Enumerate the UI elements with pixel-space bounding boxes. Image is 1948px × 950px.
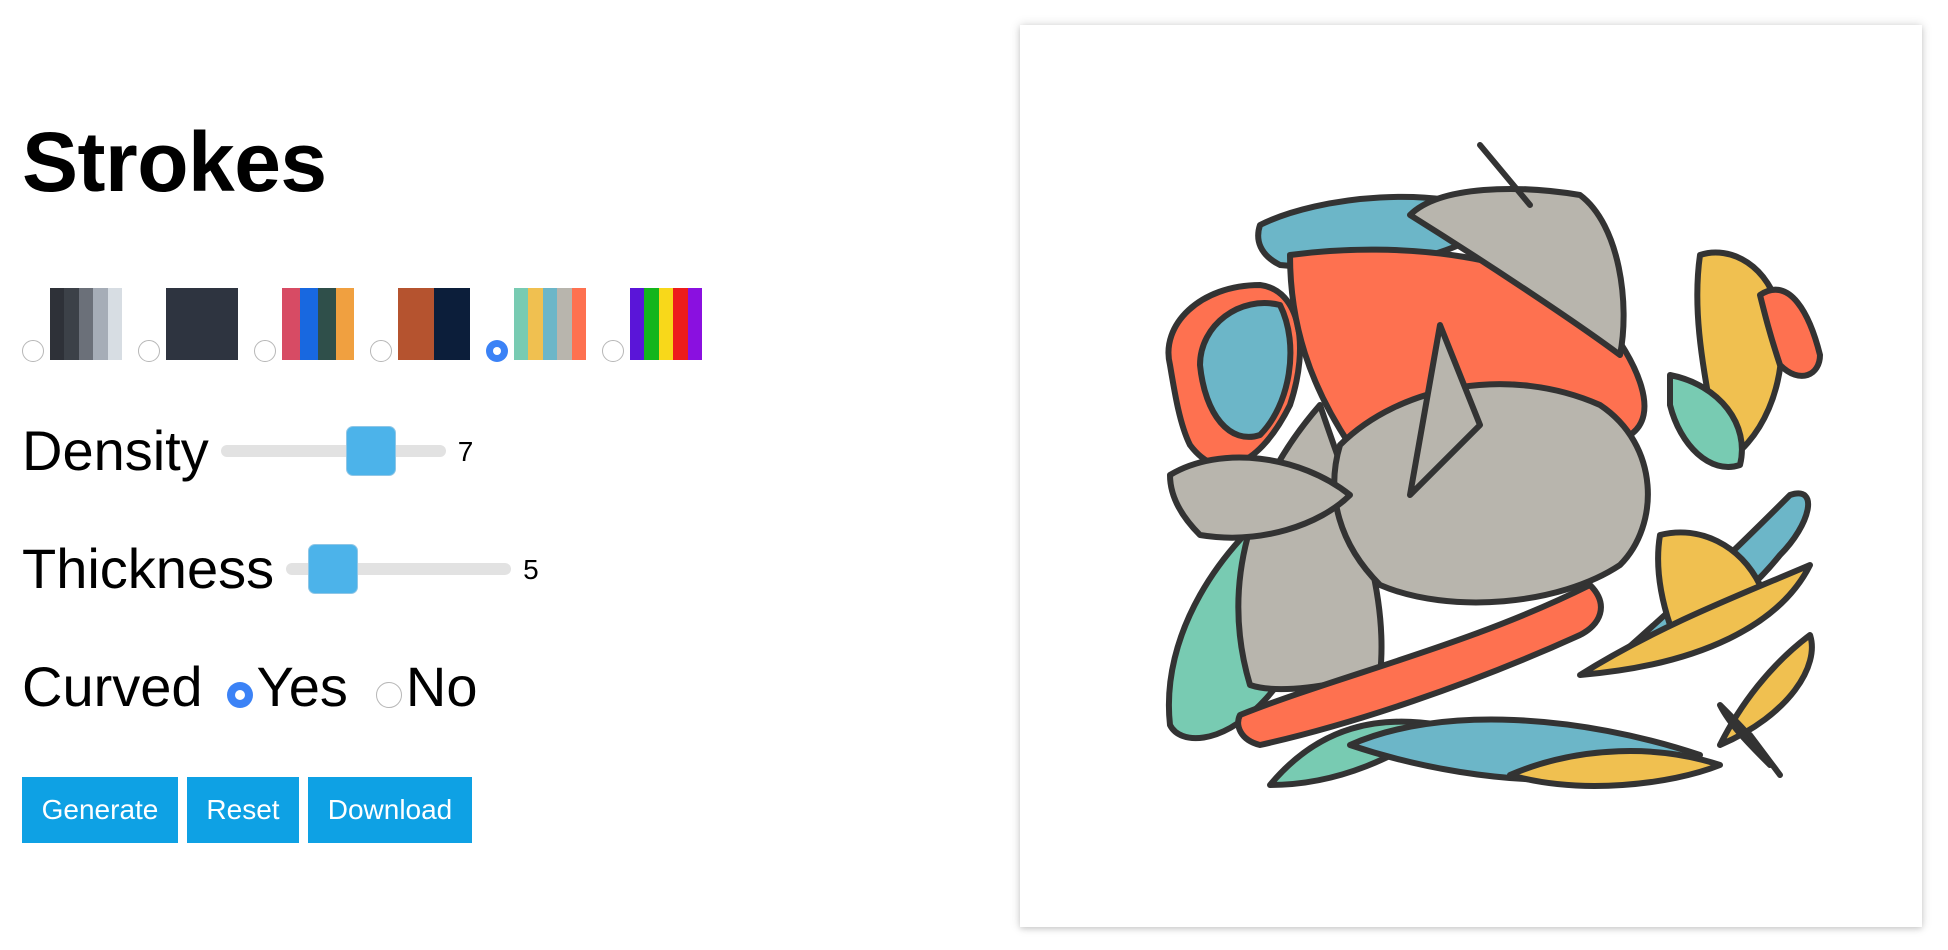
palette-color (673, 288, 688, 360)
page-title: Strokes (22, 115, 327, 209)
thickness-control: Thickness 5 (22, 536, 539, 601)
palette-color (571, 288, 587, 360)
thickness-slider[interactable] (286, 543, 512, 594)
palette-swatch-dark (166, 288, 238, 360)
palette-radio-rainbow[interactable] (602, 340, 624, 362)
palette-option-rust-navy[interactable] (370, 288, 470, 362)
density-control: Density 7 (22, 418, 473, 483)
reset-button[interactable]: Reset (187, 777, 299, 843)
palette-color (528, 288, 543, 360)
palette-color (78, 288, 94, 360)
thickness-slider-thumb[interactable] (308, 543, 359, 594)
artwork-canvas (1020, 25, 1922, 927)
stroke-shape (1747, 732, 1783, 778)
curved-yes-radio[interactable] (226, 681, 253, 708)
palette-color (50, 288, 65, 360)
palette-color (398, 288, 434, 360)
palette-option-rainbow[interactable] (602, 288, 703, 362)
palette-color (282, 288, 300, 360)
palette-color (514, 288, 529, 360)
density-slider[interactable] (220, 425, 446, 476)
palette-swatch-rainbow (630, 288, 703, 360)
strokes-artwork (1165, 142, 1823, 789)
download-button[interactable]: Download (308, 777, 472, 843)
palette-radio-mixed[interactable] (254, 340, 276, 362)
palette-radio-pastel[interactable] (486, 340, 508, 362)
palette-color (658, 288, 674, 360)
palette-option-mixed[interactable] (254, 288, 354, 362)
palette-color (166, 288, 238, 360)
palette-color (336, 288, 354, 360)
generate-button[interactable]: Generate (22, 777, 178, 843)
curved-no-option[interactable]: No (375, 654, 478, 719)
palette-color (64, 288, 79, 360)
palette-swatch-rust-navy (398, 288, 470, 360)
palette-color (93, 288, 108, 360)
density-value: 7 (457, 435, 474, 467)
palette-color (644, 288, 659, 360)
palette-option-grays[interactable] (22, 288, 123, 362)
palette-color (557, 288, 572, 360)
action-buttons: Generate Reset Download (22, 777, 481, 843)
curved-no-label: No (405, 655, 478, 718)
palette-radio-grays[interactable] (22, 340, 44, 362)
palette-color (318, 288, 336, 360)
stroke-shape (1197, 300, 1294, 440)
palette-option-pastel[interactable] (486, 288, 587, 362)
palette-picker (22, 282, 718, 362)
thickness-value: 5 (523, 553, 539, 585)
palette-color (687, 288, 703, 360)
palette-color (434, 288, 470, 360)
palette-color (542, 288, 558, 360)
palette-swatch-mixed (282, 288, 354, 360)
palette-swatch-pastel (514, 288, 587, 360)
palette-color (300, 288, 318, 360)
density-label: Density (22, 419, 209, 482)
curved-yes-option[interactable]: Yes (226, 654, 348, 719)
density-slider-thumb[interactable] (345, 425, 396, 476)
palette-radio-dark[interactable] (138, 340, 160, 362)
palette-color (107, 288, 123, 360)
thickness-label: Thickness (22, 537, 275, 600)
curved-label: Curved (22, 655, 203, 718)
palette-radio-rust-navy[interactable] (370, 340, 392, 362)
curved-no-radio[interactable] (375, 681, 402, 708)
curved-control: Curved Yes No (22, 654, 477, 719)
palette-color (630, 288, 645, 360)
palette-option-dark[interactable] (138, 288, 238, 362)
palette-swatch-grays (50, 288, 123, 360)
curved-yes-label: Yes (256, 655, 348, 718)
stroke-shape (1331, 381, 1651, 606)
